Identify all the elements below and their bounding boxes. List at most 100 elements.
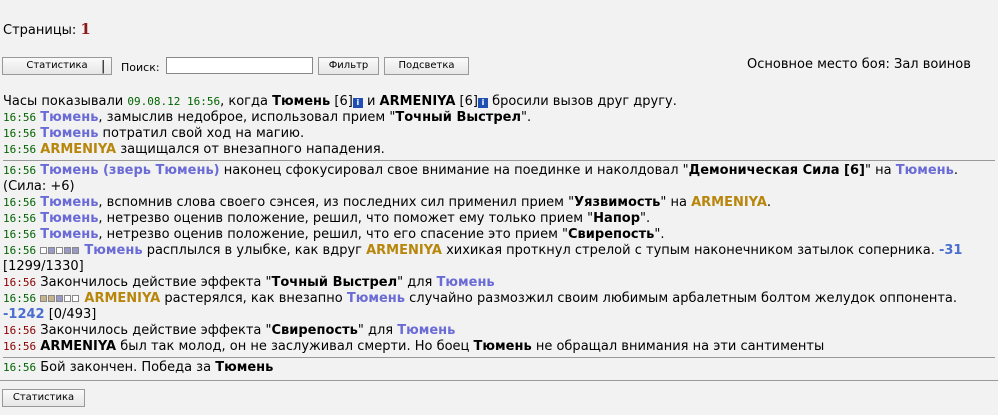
log-text: и (362, 94, 380, 109)
skill-name: Свирепость (271, 323, 358, 338)
player-name: Тюмень (40, 126, 99, 141)
log-time: 16:56 (3, 276, 37, 289)
log-time: 16:56 (3, 143, 37, 156)
log-text: " на (864, 163, 896, 178)
log-line: 16:56 Тюмень, вспомнив слова своего сэнс… (3, 195, 995, 211)
player-name: ARMENIYA (366, 243, 442, 258)
log-text: ". (521, 110, 532, 125)
log-time: 16:56 (3, 292, 37, 305)
player-name[interactable]: ARMENIYA (380, 94, 456, 109)
log-line: 16:56 Тюмень расплылся в улыбке, как вдр… (3, 243, 995, 275)
skill-name: Демоническая Сила [6] (688, 163, 865, 178)
log-text: расплылся в улыбке, как вдруг (142, 243, 367, 258)
player-name: Тюмень (84, 243, 143, 258)
log-text: ". (640, 211, 651, 226)
page-number-link[interactable]: 1 (80, 20, 90, 38)
log-text: Закончилось действие эффекта " (40, 275, 272, 290)
log-text: хихикая проткнул стрелой с тупым наконеч… (441, 243, 939, 258)
log-line: 16:56 Тюмень, нетрезво оценив положение,… (3, 227, 995, 243)
log-text: " для (357, 323, 398, 338)
skill-name: Свирепость (568, 227, 655, 242)
log-time: 16:56 (3, 196, 37, 209)
player-name: Тюмень (40, 110, 99, 125)
filter-button[interactable]: Фильтр (318, 57, 379, 75)
log-text: , вспомнив слова своего сэнсея, из после… (98, 195, 575, 210)
player-name: Тюмень (40, 211, 99, 226)
log-time: 16:56 (3, 164, 37, 177)
log-text: , когда (220, 94, 273, 109)
search-label: Поиск: (121, 61, 160, 74)
player-name: ARMENIYA (84, 291, 161, 306)
log-line: Часы показывали 09.08.12 16:56, когда Тю… (3, 94, 995, 110)
battle-date: 09.08.12 16:56 (127, 95, 221, 108)
highlight-button[interactable]: Подсветка (384, 57, 469, 75)
log-text: был так молод, он не заслуживал смерти. … (116, 339, 474, 354)
log-text: защищался от внезапного нападения. (116, 142, 385, 157)
hit-zones-icon (40, 243, 80, 258)
log-time: 16:56 (3, 127, 37, 140)
player-name[interactable]: Тюмень (272, 94, 330, 109)
damage-value: -31 (938, 243, 963, 258)
log-line: 16:56 Закончилось действие эффекта "Точн… (3, 275, 995, 291)
player-level: [6] (459, 94, 478, 109)
log-text: , нетрезво оценив положение, решил, что … (98, 227, 569, 242)
hp-value: [0/493] (44, 307, 97, 322)
log-line: 16:56 ARMENIYA был так молод, он не засл… (3, 339, 995, 355)
log-text: . (766, 195, 772, 210)
player-level: [6] (334, 94, 353, 109)
log-text: бросили вызов друг другу. (487, 94, 677, 109)
hit-zones-icon (40, 291, 80, 306)
log-line: 16:56 Тюмень потратил свой ход на магию. (3, 126, 995, 142)
player-name: Тюмень (40, 195, 99, 210)
skill-name: Точный Выстрел (271, 275, 398, 290)
player-name: ARMENIYA (691, 195, 767, 210)
log-text: Бой закончен. Победа за (40, 360, 216, 375)
log-line: 16:56 ARMENIYA растерялся, как внезапно … (3, 291, 995, 323)
log-text: наконец сфокусировал свое внимание на по… (219, 163, 689, 178)
toolbar: Статистика | Поиск: Фильтр Подсветка Осн… (0, 56, 998, 78)
hp-value: [1299/1330] (3, 259, 84, 274)
player-name: Тюмень (346, 291, 406, 306)
damage-value: -1242 (3, 307, 45, 322)
pages-indicator: Страницы: 1 (3, 20, 91, 38)
info-icon[interactable]: i (352, 98, 363, 108)
statistics-button[interactable]: Статистика (2, 57, 112, 75)
statistics-button-bottom[interactable]: Статистика (2, 389, 85, 407)
log-line: 16:56 Тюмень, нетрезво оценив положение,… (3, 211, 995, 227)
player-name: Тюмень (40, 227, 99, 242)
log-text: Закончилось действие эффекта " (40, 323, 272, 338)
winner-name: Тюмень (215, 360, 274, 375)
log-text: , нетрезво оценив положение, решил, что … (98, 211, 594, 226)
pet-name: Тюмень (зверь Тюмень) (40, 163, 220, 178)
player-name: Тюмень (895, 163, 954, 178)
log-text: " на (660, 195, 692, 210)
battle-place: Основное место боя: Зал воинов (747, 57, 971, 72)
info-icon[interactable]: i (477, 98, 488, 108)
log-time: 16:56 (3, 111, 37, 124)
toolbar-separator: | (101, 59, 106, 74)
turn-divider (3, 160, 995, 161)
log-time: 16:56 (3, 340, 37, 353)
log-line: 16:56 Тюмень (зверь Тюмень) наконец сфок… (3, 163, 995, 195)
log-text: ". (654, 227, 665, 242)
log-text: потратил свой ход на магию. (98, 126, 305, 141)
log-text: растерялся, как внезапно (160, 291, 347, 306)
bottom-divider (0, 380, 998, 381)
log-time: 16:56 (3, 361, 37, 374)
log-line: 16:56 Бой закончен. Победа за Тюмень (3, 360, 995, 376)
log-time: 16:56 (3, 212, 37, 225)
turn-divider (3, 357, 995, 358)
skill-name: Напор (593, 211, 641, 226)
log-line: 16:56 Закончилось действие эффекта "Свир… (3, 323, 995, 339)
log-line: 16:56 ARMENIYA защищался от внезапного н… (3, 142, 995, 158)
search-input[interactable] (166, 57, 313, 74)
log-time: 16:56 (3, 244, 37, 257)
log-time: 16:56 (3, 324, 37, 337)
player-name: Тюмень (473, 339, 532, 354)
log-text: Часы показывали (3, 94, 128, 109)
battle-log: Часы показывали 09.08.12 16:56, когда Тю… (3, 94, 995, 376)
log-text: " для (397, 275, 437, 290)
log-text: не обращал внимания на эти сантименты (531, 339, 825, 354)
player-name: Тюмень (397, 323, 456, 338)
log-time: 16:56 (3, 228, 37, 241)
